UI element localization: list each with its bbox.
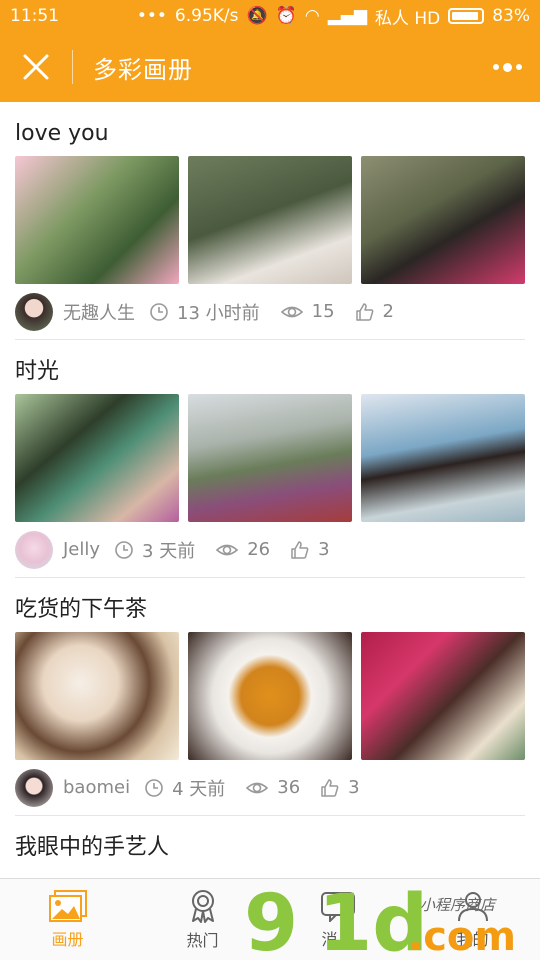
album-photo[interactable]: [361, 156, 525, 284]
author-name[interactable]: baomei: [63, 777, 130, 798]
more-dot-icon: [492, 64, 499, 70]
battery-percent: 83%: [492, 6, 530, 26]
album-title: love you: [15, 121, 109, 146]
like-count[interactable]: 3: [290, 539, 330, 560]
view-count: 26: [215, 539, 270, 560]
album-photo[interactable]: [15, 632, 179, 760]
album-photo[interactable]: [15, 394, 179, 522]
album-photos: [15, 632, 525, 760]
album-photo[interactable]: [188, 394, 352, 522]
time-ago-text: 4 天前: [172, 778, 226, 800]
thumbs-up-icon: [291, 540, 309, 559]
close-button[interactable]: [0, 32, 72, 102]
time-ago: 3 天前: [114, 537, 195, 563]
badge-icon: [191, 889, 214, 923]
photo-album-icon: [48, 889, 87, 922]
album-meta: Jelly 3 天前 26 3: [15, 522, 525, 578]
tab-me[interactable]: 我的: [405, 879, 540, 960]
album-card[interactable]: 吃货的下午茶 baomei 4 天前 36 3: [0, 578, 540, 816]
album-meta: baomei 4 天前 36 3: [15, 760, 525, 816]
avatar[interactable]: [15, 768, 53, 807]
tab-albums[interactable]: 画册: [0, 879, 135, 960]
status-time: 11:51: [10, 6, 59, 26]
album-photo[interactable]: [361, 632, 525, 760]
message-icon: [320, 891, 355, 922]
avatar[interactable]: [15, 292, 53, 331]
close-icon: [23, 54, 49, 80]
user-icon: [457, 891, 488, 921]
time-ago: 4 天前: [144, 775, 225, 801]
tab-label: 我的: [456, 929, 489, 949]
album-title: 我眼中的手艺人: [15, 835, 170, 860]
album-photo[interactable]: [15, 156, 179, 284]
album-title: 时光: [15, 359, 60, 384]
album-card[interactable]: 时光 Jelly 3 天前 26 3: [0, 340, 540, 578]
like-count[interactable]: 2: [355, 301, 394, 322]
author-name[interactable]: 无趣人生: [63, 299, 135, 325]
author-name[interactable]: Jelly: [63, 539, 100, 560]
album-card[interactable]: love you 无趣人生 13 小时前 15 2: [0, 102, 540, 340]
battery-icon: [448, 8, 485, 24]
tab-hot[interactable]: 热门: [135, 879, 270, 960]
more-button[interactable]: [474, 32, 540, 102]
like-count-text: 3: [348, 777, 360, 798]
more-dot-icon: [515, 64, 522, 70]
header-divider: [72, 50, 73, 84]
avatar[interactable]: [15, 530, 53, 569]
page-title: 多彩画册: [93, 55, 193, 84]
view-count-text: 26: [247, 539, 271, 560]
view-count: 15: [280, 301, 335, 322]
like-count-text: 2: [382, 301, 394, 322]
carrier-label: 私人 HD: [374, 8, 441, 29]
time-ago-text: 3 天前: [142, 540, 196, 562]
album-photos: [15, 394, 525, 522]
thumbs-up-icon: [321, 778, 339, 797]
app-bar: 多彩画册: [0, 32, 540, 102]
album-photos: [15, 156, 525, 284]
clock-icon: [145, 778, 163, 797]
album-photo[interactable]: [361, 394, 525, 522]
album-title: 吃货的下午茶: [15, 597, 148, 622]
album-card[interactable]: 我眼中的手艺人: [0, 816, 540, 868]
wifi-icon: ◠: [304, 6, 320, 26]
signal-icon: ▂▄▆: [327, 6, 367, 26]
time-ago-text: 13 小时前: [177, 302, 260, 324]
like-count[interactable]: 3: [320, 777, 360, 798]
view-count-text: 15: [311, 301, 335, 322]
eye-icon: [216, 544, 239, 555]
like-count-text: 3: [318, 539, 330, 560]
thumbs-up-icon: [355, 302, 373, 321]
album-meta: 无趣人生 13 小时前 15 2: [15, 284, 525, 340]
tab-label: 消息: [321, 929, 354, 949]
view-count-text: 36: [277, 777, 301, 798]
tab-label: 热门: [186, 930, 219, 950]
album-feed[interactable]: love you 无趣人生 13 小时前 15 2 时光 Jelly 3 天前 …: [0, 102, 540, 878]
album-photo[interactable]: [188, 156, 352, 284]
tab-messages[interactable]: 消息: [270, 879, 405, 960]
status-right: ••• 6.95K/s 🔕 ⏰ ◠ ▂▄▆ 私人 HD 83%: [137, 4, 530, 29]
more-dot-icon: [502, 62, 512, 72]
status-bar: 11:51 ••• 6.95K/s 🔕 ⏰ ◠ ▂▄▆ 私人 HD 83%: [0, 0, 540, 32]
time-ago: 13 小时前: [149, 299, 260, 325]
eye-icon: [280, 306, 303, 317]
view-count: 36: [245, 777, 300, 798]
alarm-icon: ⏰: [275, 6, 297, 26]
clock-icon: [115, 540, 133, 559]
network-speed: 6.95K/s: [174, 6, 239, 26]
album-photo[interactable]: [188, 632, 352, 760]
eye-icon: [246, 782, 269, 793]
tab-label: 画册: [51, 929, 84, 949]
mute-icon: 🔕: [246, 6, 268, 26]
bottom-tab-bar: 画册 热门 消息 我的: [0, 878, 540, 960]
more-dots-icon: •••: [136, 6, 167, 26]
clock-icon: [150, 302, 168, 321]
